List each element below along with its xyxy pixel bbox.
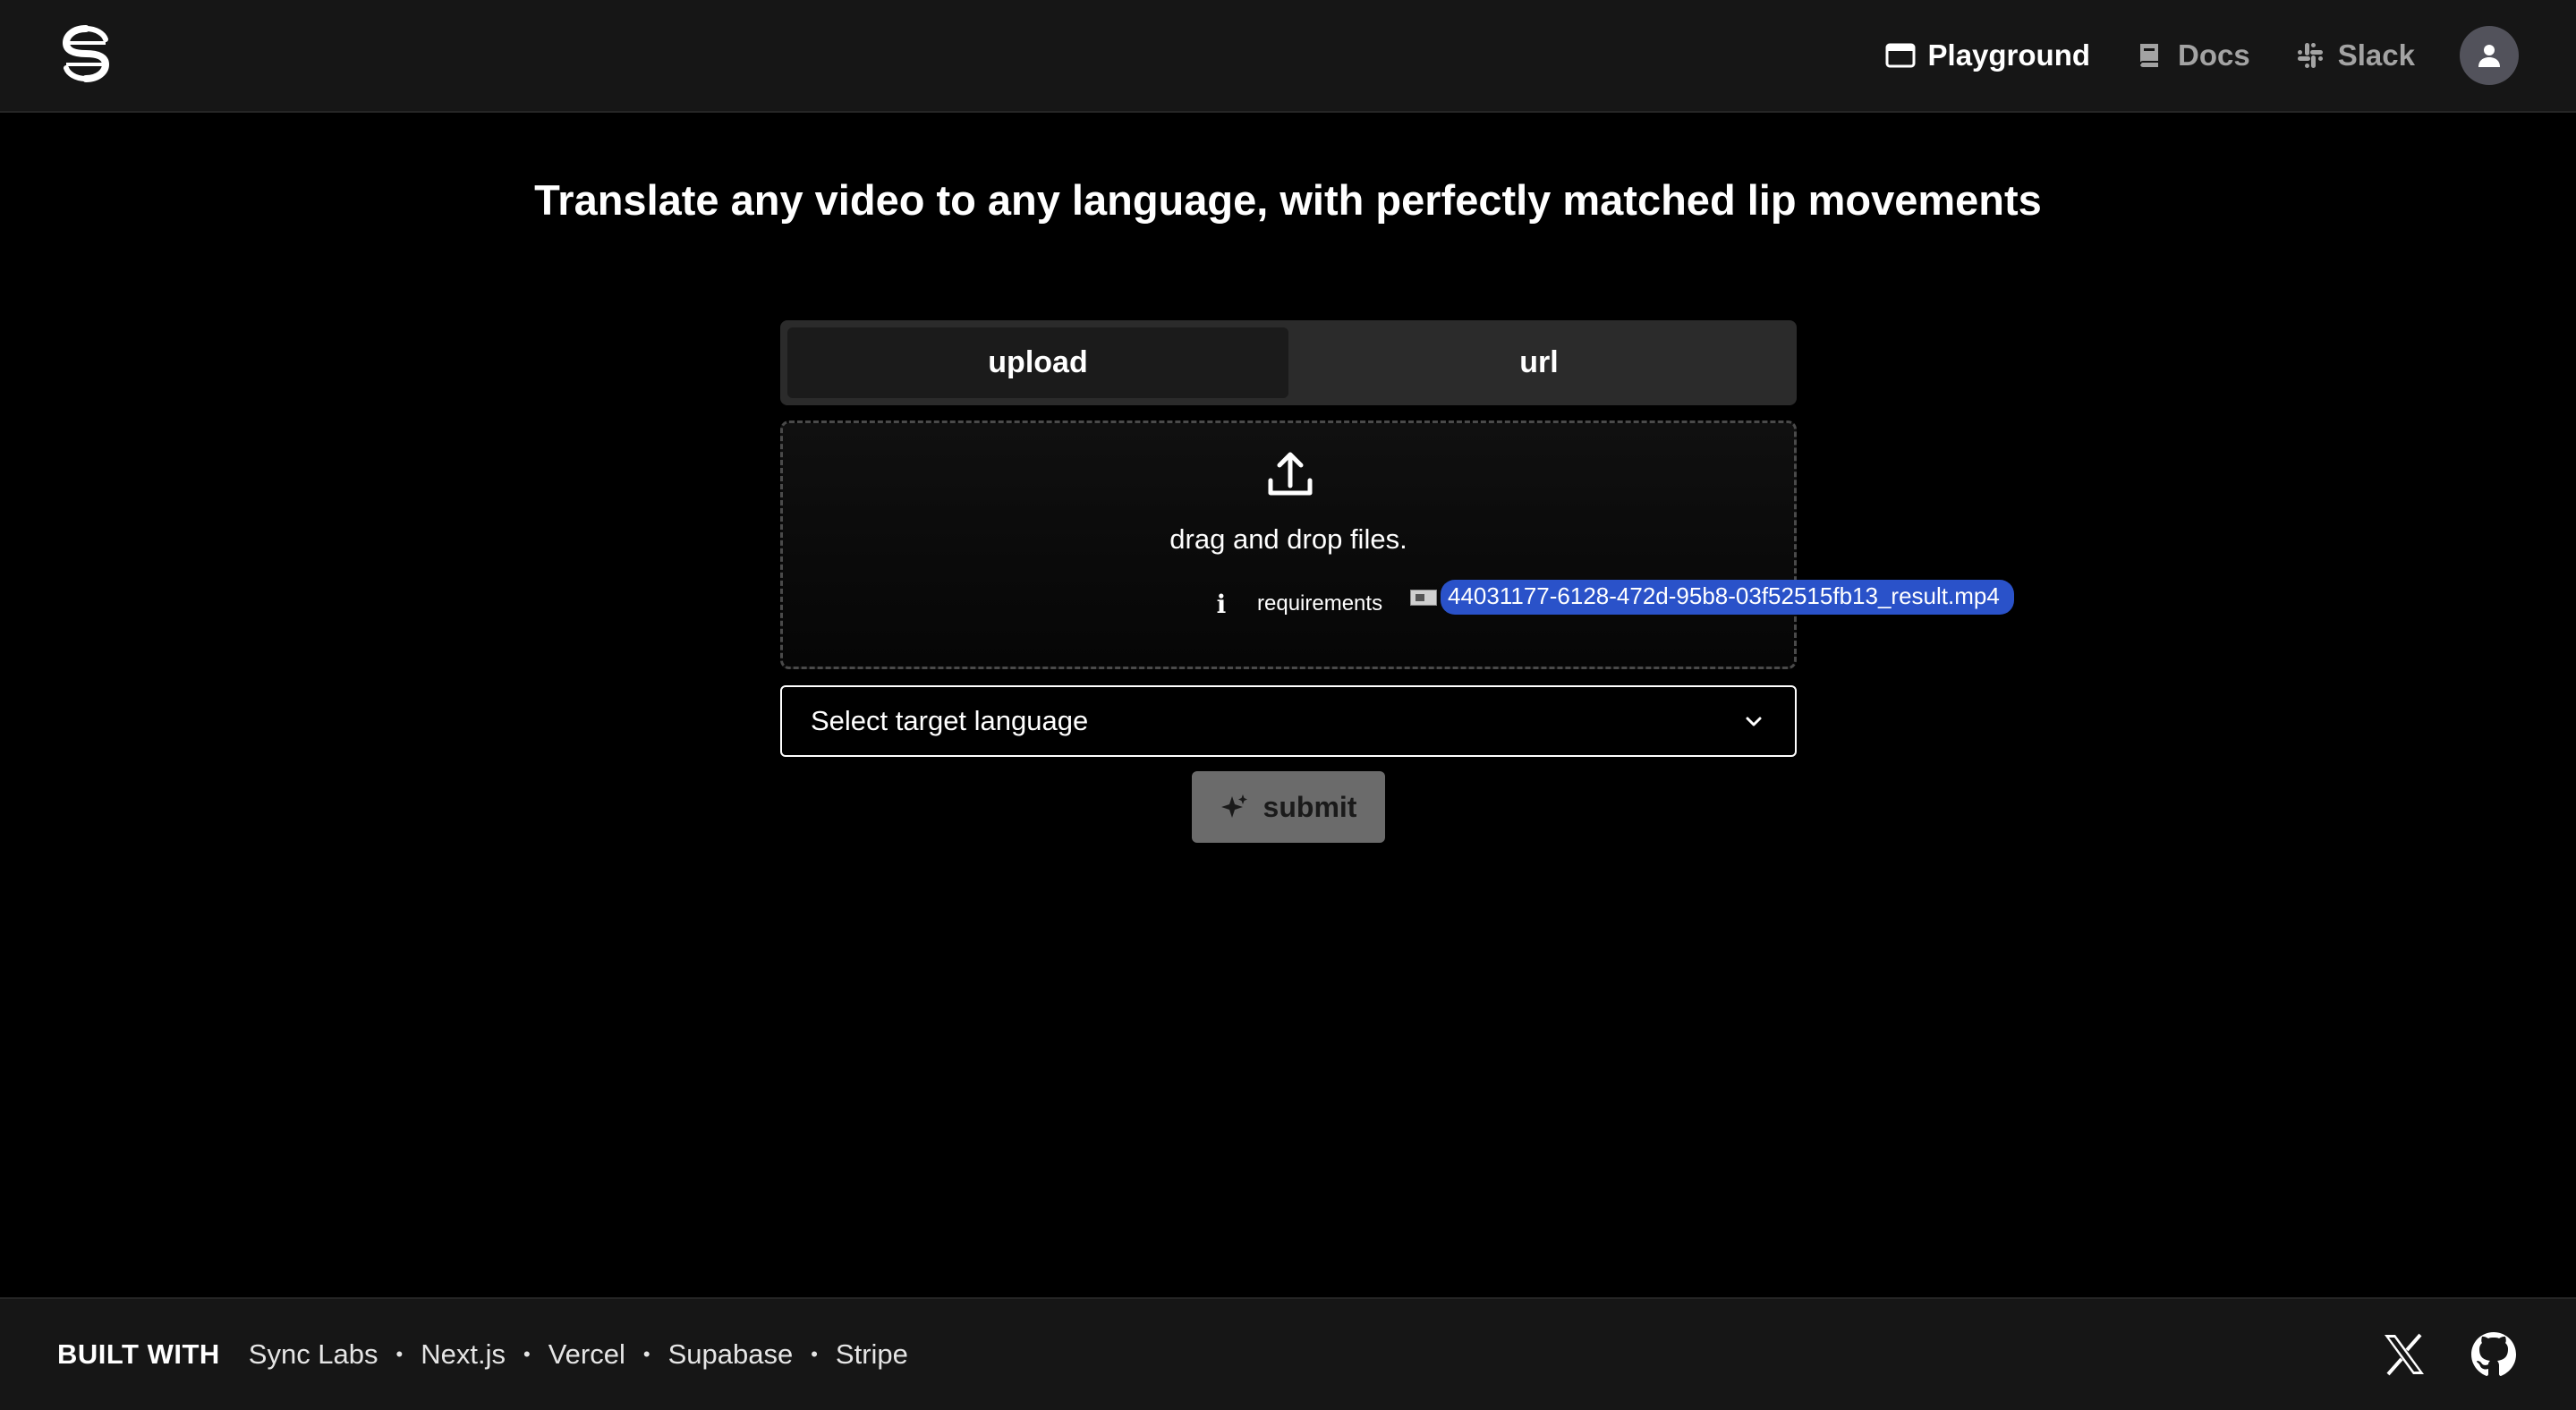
upload-icon — [1268, 452, 1313, 496]
footer-link-nextjs[interactable]: Next.js — [421, 1338, 506, 1371]
slack-icon — [2297, 43, 2323, 68]
top-header: Playground Docs Slack — [0, 0, 2576, 113]
user-avatar-button[interactable] — [2460, 26, 2519, 85]
file-dropzone[interactable]: drag and drop files. i requirements — [780, 420, 1797, 669]
separator-dot: • — [395, 1343, 404, 1365]
user-icon — [2478, 45, 2500, 67]
window-icon — [1885, 43, 1916, 68]
chevron-down-icon — [1746, 717, 1762, 726]
sparkles-icon — [1220, 794, 1247, 818]
separator-dot: • — [811, 1343, 818, 1365]
separator-dot: • — [642, 1343, 650, 1365]
requirements-link[interactable]: i requirements — [1209, 589, 1383, 619]
main-nav: Playground Docs Slack — [1885, 0, 2576, 111]
sync-labs-logo[interactable] — [61, 25, 111, 82]
footer-link-stripe[interactable]: Stripe — [836, 1338, 908, 1371]
built-with: BUILT WITH Sync Labs • Next.js • Vercel … — [57, 1299, 908, 1410]
submit-button[interactable]: submit — [1192, 771, 1385, 843]
requirements-label: requirements — [1257, 591, 1383, 616]
book-icon — [2139, 44, 2159, 67]
select-value: Select target language — [811, 705, 1089, 736]
file-thumbnail-icon — [1410, 589, 1437, 606]
dropzone-text: drag and drop files. — [1169, 523, 1407, 555]
dragged-file: 44031177-6128-472d-95b8-03f52515fb13_res… — [1410, 580, 2014, 615]
nav-docs[interactable]: Docs — [2135, 38, 2250, 72]
submit-label: submit — [1262, 790, 1357, 823]
nav-playground-label: Playground — [1927, 38, 2091, 72]
x-icon[interactable] — [2379, 1329, 2429, 1380]
dragged-file-name: 44031177-6128-472d-95b8-03f52515fb13_res… — [1441, 580, 2014, 615]
built-with-title: BUILT WITH — [57, 1338, 220, 1370]
footer-link-supabase[interactable]: Supabase — [668, 1338, 794, 1371]
nav-docs-label: Docs — [2178, 38, 2250, 72]
tab-upload[interactable]: upload — [787, 327, 1288, 398]
separator-dot: • — [523, 1343, 531, 1365]
tab-url[interactable]: url — [1288, 327, 1790, 398]
nav-slack[interactable]: Slack — [2295, 38, 2415, 72]
social-links — [2340, 1299, 2519, 1410]
footer: BUILT WITH Sync Labs • Next.js • Vercel … — [0, 1297, 2576, 1410]
info-icon: i — [1216, 589, 1227, 619]
source-tabs: upload url — [780, 320, 1797, 405]
target-language-select[interactable]: Select target language — [780, 685, 1797, 757]
nav-slack-label: Slack — [2337, 38, 2415, 72]
github-icon[interactable] — [2469, 1329, 2519, 1380]
footer-link-vercel[interactable]: Vercel — [548, 1338, 625, 1371]
page-title: Translate any video to any language, wit… — [534, 176, 2042, 224]
nav-playground[interactable]: Playground — [1885, 38, 2091, 72]
footer-link-sync-labs[interactable]: Sync Labs — [249, 1338, 378, 1371]
